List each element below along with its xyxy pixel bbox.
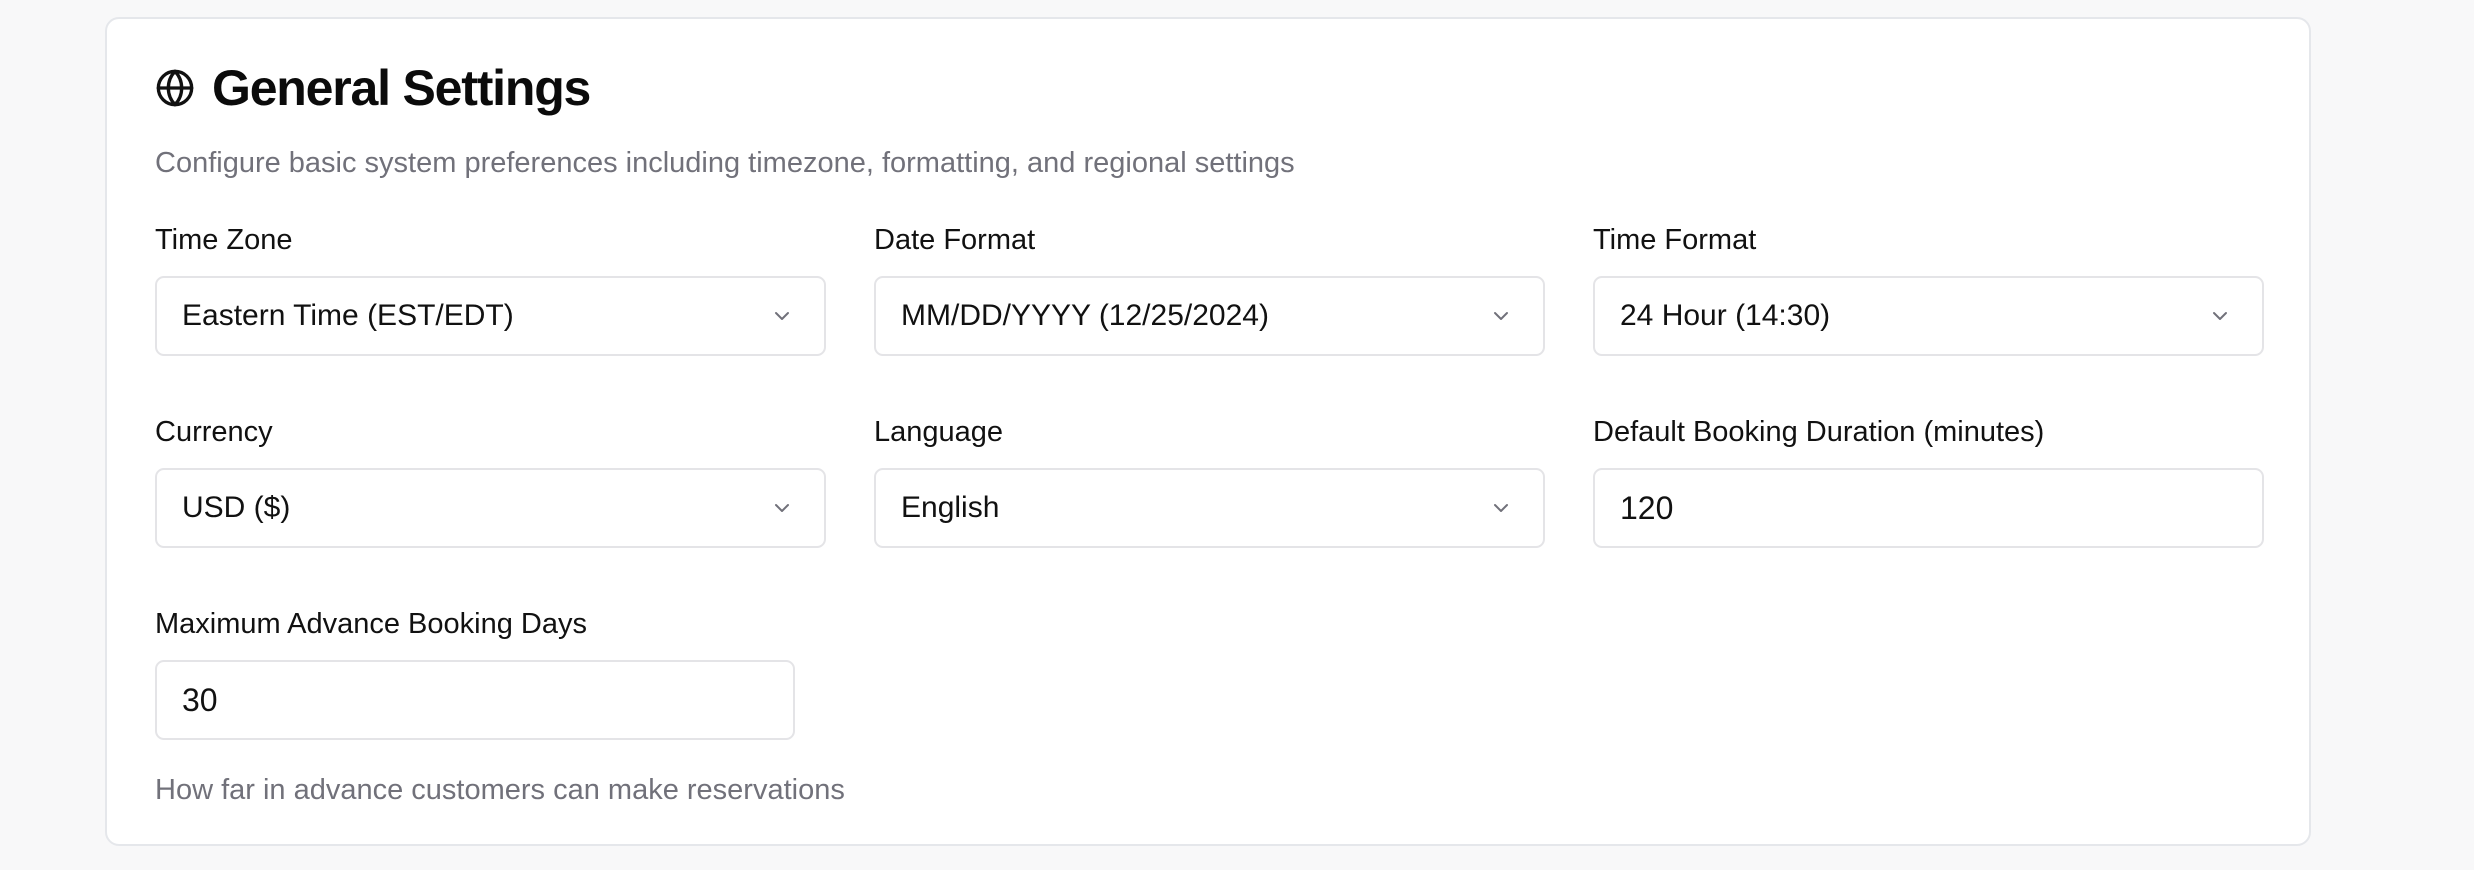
chevron-down-icon (770, 304, 794, 328)
chevron-down-icon (2208, 304, 2232, 328)
language-label: Language (874, 416, 1004, 448)
default-booking-duration-label: Default Booking Duration (minutes) (1593, 416, 2045, 448)
date-format-field: Date Format MM/DD/YYYY (12/25/2024) (874, 224, 1545, 356)
time-format-select[interactable]: 24 Hour (14:30) (1593, 276, 2264, 356)
chevron-down-icon (1489, 496, 1513, 520)
date-format-value: MM/DD/YYYY (12/25/2024) (901, 299, 1269, 332)
time-format-field: Time Format 24 Hour (14:30) (1593, 224, 2264, 356)
language-value: English (901, 491, 1000, 524)
section-header: General Settings (155, 60, 591, 116)
max-advance-booking-days-field: Maximum Advance Booking Days 30 How far … (155, 608, 845, 806)
general-settings-card: General Settings Configure basic system … (105, 17, 2311, 846)
time-zone-select[interactable]: Eastern Time (EST/EDT) (155, 276, 826, 356)
chevron-down-icon (1489, 304, 1513, 328)
max-advance-booking-days-input[interactable]: 30 (155, 660, 795, 740)
max-advance-booking-days-label: Maximum Advance Booking Days (155, 608, 587, 640)
time-zone-field: Time Zone Eastern Time (EST/EDT) (155, 224, 826, 356)
currency-select[interactable]: USD ($) (155, 468, 826, 548)
date-format-select[interactable]: MM/DD/YYYY (12/25/2024) (874, 276, 1545, 356)
language-field: Language English (874, 416, 1545, 548)
currency-value: USD ($) (182, 491, 291, 524)
time-format-label: Time Format (1593, 224, 1757, 256)
time-format-value: 24 Hour (14:30) (1620, 299, 1831, 332)
default-booking-duration-input[interactable]: 120 (1593, 468, 2264, 548)
chevron-down-icon (770, 496, 794, 520)
max-advance-booking-days-help: How far in advance customers can make re… (155, 774, 845, 806)
language-select[interactable]: English (874, 468, 1545, 548)
time-zone-value: Eastern Time (EST/EDT) (182, 299, 514, 332)
globe-icon (155, 68, 195, 108)
currency-field: Currency USD ($) (155, 416, 826, 548)
section-title: General Settings (212, 60, 591, 116)
date-format-label: Date Format (874, 224, 1036, 256)
time-zone-label: Time Zone (155, 224, 293, 256)
currency-label: Currency (155, 416, 273, 448)
default-booking-duration-field: Default Booking Duration (minutes) 120 (1593, 416, 2264, 548)
section-subtitle: Configure basic system preferences inclu… (155, 147, 1295, 179)
